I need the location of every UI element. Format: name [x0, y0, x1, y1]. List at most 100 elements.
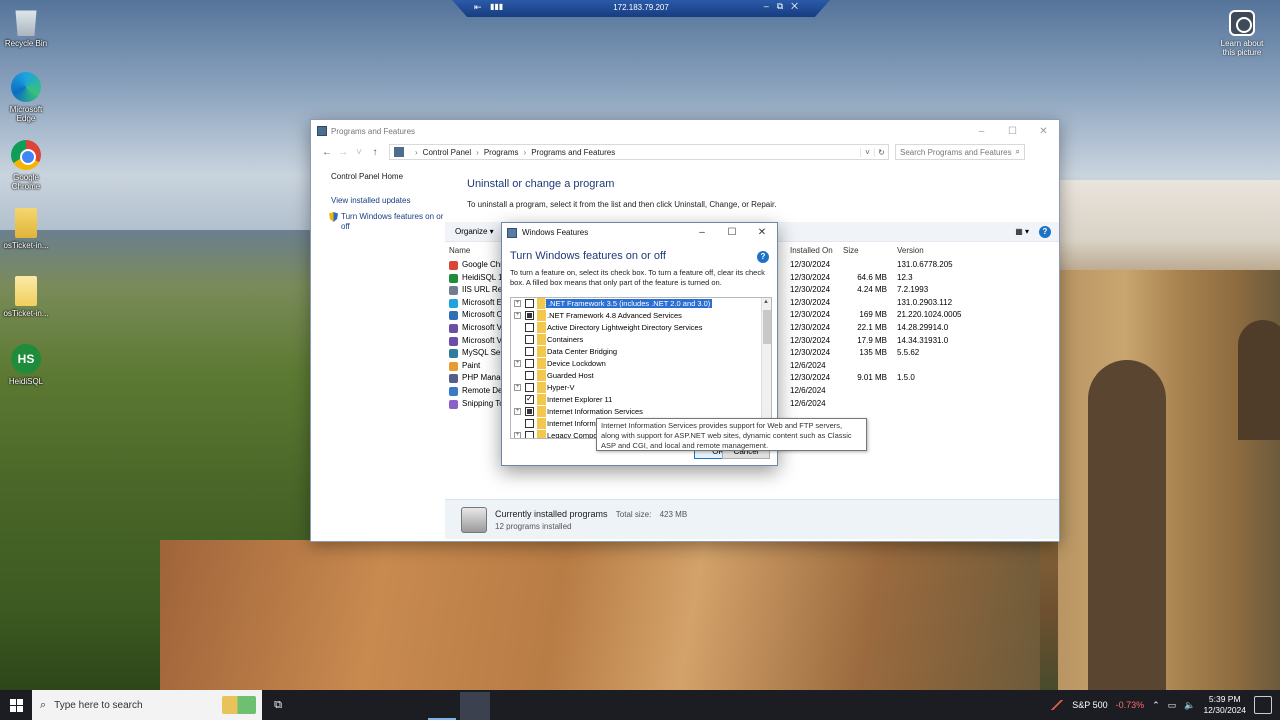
task-view-button[interactable]: ⧉ — [262, 699, 294, 712]
remote-connection-bar[interactable]: ⇤ ▮▮▮ 172.183.79.207 –⧉✕ — [452, 0, 830, 17]
feature-label: Internet Explorer 11 — [547, 395, 613, 404]
search-input[interactable]: Search Programs and Features ⌕ — [895, 144, 1025, 160]
learn-about-picture[interactable]: Learn about this picture — [1216, 10, 1268, 57]
ticker-name[interactable]: S&P 500 — [1072, 700, 1107, 710]
dialog-title: Windows Features — [522, 228, 589, 237]
feature-label: .NET Framework 3.5 (includes .NET 2.0 an… — [544, 298, 714, 309]
taskbar-active-app[interactable] — [460, 692, 490, 720]
program-size: 9.01 MB — [857, 373, 887, 383]
start-button[interactable] — [0, 690, 32, 720]
view-options-icon[interactable]: ▦ ▾ — [1015, 227, 1029, 236]
organize-button[interactable]: Organize ▾ — [455, 227, 494, 236]
minimize-button[interactable]: – — [966, 126, 997, 137]
feature-label: Legacy Compo — [547, 431, 598, 439]
feature-checkbox[interactable] — [525, 323, 534, 332]
feature-label: Containers — [547, 335, 584, 344]
feature-row[interactable]: + Device Lockdown — [511, 358, 771, 370]
clock[interactable]: 5:39 PM 12/30/2024 — [1203, 694, 1246, 716]
network-icon[interactable]: ▭ — [1168, 700, 1177, 711]
recent-locations-button[interactable]: ˅ — [351, 147, 367, 158]
column-size[interactable]: Size — [843, 246, 859, 255]
feature-row[interactable]: Data Center Bridging — [511, 346, 771, 358]
program-icon — [449, 273, 458, 283]
feature-row[interactable]: + .NET Framework 3.5 (includes .NET 2.0 a… — [511, 298, 771, 310]
feature-row[interactable]: Internet Explorer 11 — [511, 394, 771, 406]
title-bar[interactable]: Programs and Features – ☐ ✕ — [311, 120, 1059, 142]
expand-icon[interactable]: + — [514, 312, 521, 319]
program-name: Microsoft O — [462, 310, 503, 320]
program-size: 17.9 MB — [857, 335, 887, 345]
desktop-icon-recycle-bin[interactable]: Recycle Bin — [1, 6, 51, 48]
help-icon[interactable]: ? — [757, 251, 769, 263]
help-icon[interactable]: ? — [1039, 225, 1051, 238]
program-icon — [449, 261, 458, 270]
refresh-icon[interactable]: ↻ — [874, 147, 888, 157]
up-button[interactable]: ↑ — [367, 147, 383, 158]
feature-checkbox[interactable] — [525, 371, 534, 380]
maximize-button[interactable]: ☐ — [717, 227, 747, 238]
forward-button[interactable]: → — [335, 147, 351, 158]
back-button[interactable]: ← — [319, 147, 335, 158]
feature-checkbox[interactable] — [525, 299, 534, 308]
feature-row[interactable]: + Hyper-V — [511, 382, 771, 394]
search-icon: ⌕ — [40, 698, 47, 711]
program-icon — [449, 361, 458, 371]
feature-row[interactable]: + .NET Framework 4.8 Advanced Services — [511, 310, 771, 322]
view-installed-updates-link[interactable]: View installed updates — [331, 196, 449, 206]
feature-checkbox[interactable] — [525, 335, 534, 344]
expand-icon[interactable]: + — [514, 432, 521, 438]
maximize-button[interactable]: ☐ — [997, 126, 1028, 137]
desktop-icon-chrome[interactable]: Google Chrome — [1, 140, 51, 191]
control-panel-home-link[interactable]: Control Panel Home — [331, 172, 449, 182]
feature-checkbox[interactable] — [525, 419, 534, 428]
feature-checkbox[interactable] — [525, 347, 534, 356]
turn-windows-features-link[interactable]: Turn Windows features on or off — [329, 212, 449, 232]
column-name[interactable]: Name — [449, 246, 470, 255]
breadcrumb-programs[interactable]: Programs — [484, 148, 519, 157]
feature-checkbox[interactable] — [525, 394, 534, 404]
chevron-down-icon[interactable]: ˅ — [860, 147, 874, 157]
ticker-change[interactable]: -0.73% — [1116, 700, 1145, 710]
volume-icon[interactable]: 🔈 — [1184, 700, 1195, 711]
scroll-thumb[interactable] — [763, 310, 771, 344]
notification-icon[interactable] — [1254, 696, 1272, 714]
address-bar-row: ← → ˅ ↑ › Control Panel › Programs › Pro… — [311, 142, 1059, 162]
feature-checkbox[interactable] — [525, 383, 534, 392]
feature-row[interactable]: Containers — [511, 334, 771, 346]
search-placeholder: Search Programs and Features — [900, 148, 1012, 157]
column-version[interactable]: Version — [897, 246, 924, 255]
show-hidden-icons[interactable]: ⌃ — [1152, 700, 1160, 711]
tree-scrollbar[interactable]: ▲ — [761, 298, 771, 438]
desktop-icon-osticket-folder[interactable]: osTicket-in... — [1, 276, 51, 318]
program-name: PHP Manag — [462, 373, 505, 383]
close-button[interactable]: ✕ — [1028, 126, 1059, 137]
address-bar[interactable]: › Control Panel › Programs › Programs an… — [389, 144, 889, 160]
column-installed-on[interactable]: Installed On — [790, 246, 833, 255]
expand-icon[interactable]: + — [514, 408, 521, 415]
taskbar-search[interactable]: ⌕ Type here to search — [32, 690, 262, 720]
page-title: Uninstall or change a program — [467, 178, 615, 190]
feature-checkbox[interactable] — [525, 407, 534, 416]
breadcrumb-programs-and-features[interactable]: Programs and Features — [531, 148, 615, 157]
feature-checkbox[interactable] — [525, 311, 534, 320]
expand-icon[interactable]: + — [514, 384, 521, 391]
desktop-icon-edge[interactable]: Microsoft Edge — [1, 72, 51, 123]
breadcrumb-control-panel[interactable]: Control Panel — [423, 148, 471, 157]
feature-row[interactable]: Guarded Host — [511, 370, 771, 382]
dialog-title-bar[interactable]: Windows Features – ☐ ✕ — [502, 223, 777, 242]
scroll-up-icon[interactable]: ▲ — [763, 299, 769, 305]
minimize-button[interactable]: – — [687, 227, 717, 238]
remote-window-controls[interactable]: –⧉✕ — [764, 1, 806, 12]
feature-row[interactable]: + Internet Information Services — [511, 406, 771, 418]
program-installed-on: 12/30/2024 — [790, 322, 831, 332]
desktop-icon-heidisql[interactable]: HS HeidiSQL — [1, 344, 51, 386]
feature-checkbox[interactable] — [525, 359, 534, 368]
feature-row[interactable]: Active Directory Lightweight Directory S… — [511, 322, 771, 334]
program-installed-on: 12/30/2024 — [790, 260, 831, 269]
expand-icon[interactable]: + — [514, 300, 521, 307]
status-title: Currently installed programs — [495, 508, 608, 519]
expand-icon[interactable]: + — [514, 360, 521, 367]
desktop-icon-osticket-zip[interactable]: osTicket-in... — [1, 208, 51, 250]
feature-checkbox[interactable] — [525, 431, 534, 438]
close-button[interactable]: ✕ — [747, 227, 777, 238]
